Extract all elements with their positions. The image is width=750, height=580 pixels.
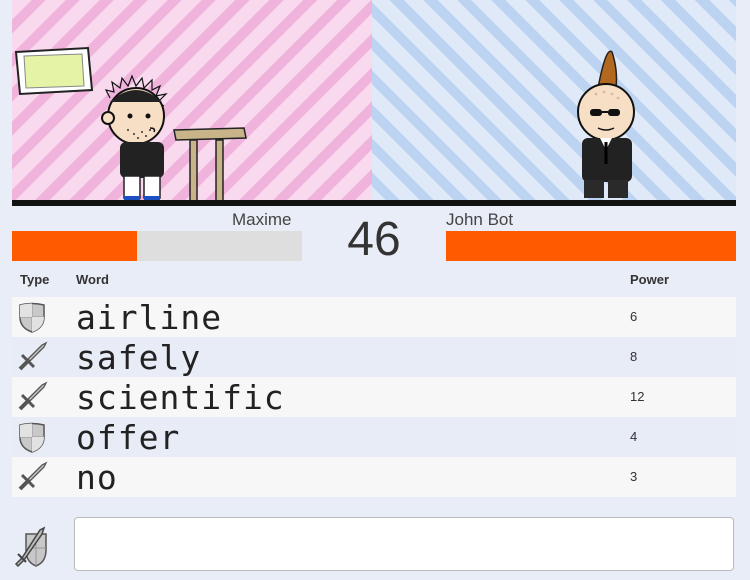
word-power: 12 (630, 389, 645, 404)
word-row[interactable]: airline 6 (12, 297, 736, 337)
word-power: 3 (630, 469, 638, 484)
word-list: airline 6 safely 8 scientific 12 offer 4… (12, 297, 736, 497)
word-text: scientific (76, 378, 285, 417)
word-input[interactable] (74, 517, 734, 571)
word-text: safely (76, 338, 202, 377)
opponent-health-fill (446, 231, 736, 261)
shield-icon (16, 421, 48, 453)
column-header-power: Power (630, 272, 670, 287)
word-row[interactable]: scientific 12 (12, 377, 736, 417)
opponent-name: John Bot (446, 210, 514, 229)
right-background (372, 0, 736, 206)
sword-icon (16, 461, 48, 493)
sword-icon (16, 381, 48, 413)
word-text: airline (76, 298, 223, 337)
word-row[interactable]: safely 8 (12, 337, 736, 377)
word-row[interactable]: offer 4 (12, 417, 736, 457)
sword-icon (16, 341, 48, 373)
player-name: Maxime (232, 210, 292, 229)
player-health-bar (12, 231, 302, 261)
table (173, 127, 247, 203)
word-text: offer (76, 418, 181, 457)
player-health-fill (12, 231, 137, 261)
word-power: 4 (630, 429, 638, 444)
sword-shield-icon (14, 526, 47, 568)
word-text: no (76, 458, 118, 497)
wall-poster (14, 46, 94, 96)
ground-line (12, 200, 736, 206)
shield-icon (16, 301, 48, 333)
opponent-health-bar (446, 231, 736, 261)
word-row[interactable]: no 3 (12, 457, 736, 497)
opponent-character (577, 50, 635, 198)
countdown-timer: 46 (347, 213, 401, 266)
column-header-type: Type (20, 272, 50, 287)
column-header-word: Word (76, 272, 109, 287)
word-power: 6 (630, 309, 638, 324)
battle-scene (12, 0, 736, 206)
word-power: 8 (630, 349, 638, 364)
